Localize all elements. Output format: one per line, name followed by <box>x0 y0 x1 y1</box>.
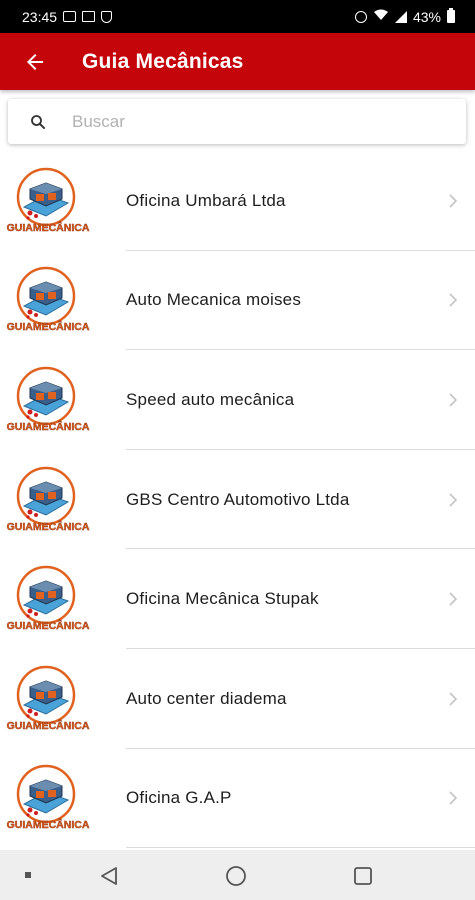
svg-text:GUIAMECÂNICA: GUIAMECÂNICA <box>7 320 90 333</box>
list-item-label: Auto Mecanica moises <box>126 290 302 310</box>
guia-mecanica-logo: GUIAMECÂNICA <box>0 665 126 733</box>
triangle-back-icon <box>101 867 117 885</box>
guia-mecanica-logo: GUIAMECÂNICA <box>0 466 126 534</box>
page-title: Guia Mecânicas <box>82 49 244 73</box>
signal-icon <box>394 10 407 23</box>
search-icon <box>8 113 68 131</box>
status-bar: 23:45 43% <box>0 0 475 33</box>
guia-mecanica-logo: GUIAMECÂNICA <box>0 266 126 334</box>
svg-text:GUIAMECÂNICA: GUIAMECÂNICA <box>7 719 90 732</box>
nav-recents-button[interactable] <box>350 863 376 889</box>
list-item-label: Oficina G.A.P <box>126 788 232 808</box>
nav-back-button[interactable] <box>96 863 122 889</box>
list-item-label: Speed auto mecânica <box>126 389 295 409</box>
guia-mecanica-logo: GUIAMECÂNICA <box>0 167 126 235</box>
svg-text:GUIAMECÂNICA: GUIAMECÂNICA <box>7 221 90 234</box>
chevron-right-icon <box>431 492 475 508</box>
chevron-right-icon <box>431 591 475 607</box>
guia-mecanica-logo: GUIAMECÂNICA <box>0 565 126 633</box>
status-left: 23:45 <box>22 8 113 25</box>
status-right: 43% <box>354 8 455 25</box>
arrow-left-icon <box>27 53 43 70</box>
svg-text:GUIAMECÂNICA: GUIAMECÂNICA <box>7 520 90 533</box>
shield-notification-icon <box>101 10 113 23</box>
image-notification-icon <box>63 11 77 22</box>
nav-dot-icon <box>25 872 31 878</box>
list-item[interactable]: GUIAMECÂNICA Speed auto mecânica <box>0 350 475 450</box>
list-item-label: Oficina Umbará Ltda <box>126 190 286 210</box>
list-item[interactable]: GUIAMECÂNICA Oficina G.A.P <box>0 749 475 849</box>
chevron-right-icon <box>431 392 475 408</box>
svg-text:GUIAMECÂNICA: GUIAMECÂNICA <box>7 818 90 831</box>
square-recents-icon <box>354 867 372 885</box>
battery-icon <box>447 8 455 23</box>
svg-text:GUIAMECÂNICA: GUIAMECÂNICA <box>7 619 90 632</box>
chevron-right-icon <box>431 790 475 806</box>
list-item-label: GBS Centro Automotivo Ltda <box>126 489 350 509</box>
chevron-right-icon <box>431 193 475 209</box>
back-button[interactable] <box>0 33 70 90</box>
mechanic-list: GUIAMECÂNICA Oficina Umbará Ltda GUIAMEC… <box>0 151 475 848</box>
list-item[interactable]: GUIAMECÂNICA Auto Mecanica moises <box>0 251 475 351</box>
battery-percent: 43% <box>412 8 441 25</box>
status-time: 23:45 <box>22 8 58 25</box>
list-item[interactable]: GUIAMECÂNICA Oficina Mecânica Stupak <box>0 549 475 649</box>
guia-mecanica-logo: GUIAMECÂNICA <box>0 366 126 434</box>
list-item[interactable]: GUIAMECÂNICA Oficina Umbará Ltda <box>0 151 475 251</box>
svg-text:GUIAMECÂNICA: GUIAMECÂNICA <box>7 420 90 433</box>
system-nav-bar <box>0 850 475 900</box>
chevron-right-icon <box>431 292 475 308</box>
circle-home-icon <box>226 866 246 886</box>
list-item[interactable]: GUIAMECÂNICA GBS Centro Automotivo Ltda <box>0 450 475 550</box>
list-item-label: Auto center diadema <box>126 688 287 708</box>
chevron-right-icon <box>431 691 475 707</box>
app-bar: Guia Mecânicas <box>0 33 475 90</box>
guia-mecanica-logo: GUIAMECÂNICA <box>0 764 126 832</box>
mail-notification-icon <box>82 11 96 22</box>
list-item-label: Oficina Mecânica Stupak <box>126 589 319 609</box>
nav-home-button[interactable] <box>223 863 249 889</box>
search-input[interactable] <box>72 111 432 132</box>
list-item[interactable]: GUIAMECÂNICA Auto center diadema <box>0 649 475 749</box>
alarm-icon <box>354 10 367 23</box>
search-bar[interactable] <box>8 99 466 144</box>
wifi-icon <box>373 9 389 24</box>
